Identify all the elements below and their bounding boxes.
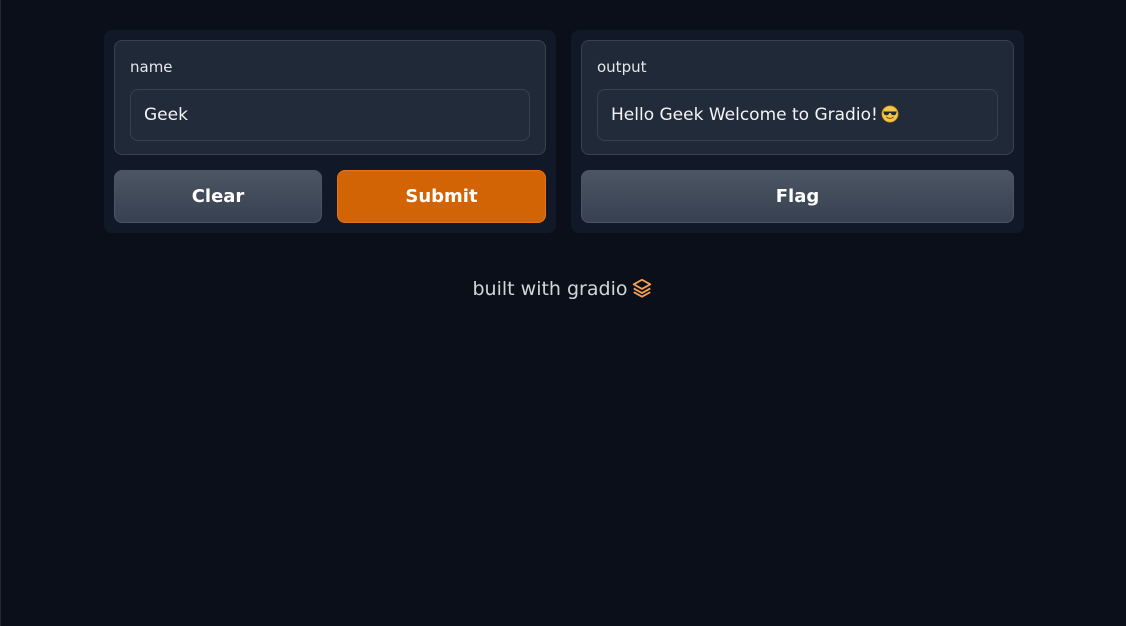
output-field-block: output Hello Geek Welcome to Gradio!: [581, 40, 1014, 155]
name-input[interactable]: [130, 89, 530, 141]
app-root: name Clear Submit output Hello Geek Welc…: [0, 0, 1126, 626]
clear-button[interactable]: Clear: [114, 170, 322, 223]
smiling-face-with-sunglasses-icon: [881, 105, 899, 123]
window-edge: [0, 0, 1, 626]
output-value: Hello Geek Welcome to Gradio!: [611, 105, 878, 125]
output-textbox[interactable]: Hello Geek Welcome to Gradio!: [597, 89, 998, 141]
footer-text[interactable]: built with gradio: [473, 278, 628, 300]
output-panel: output Hello Geek Welcome to Gradio! Fla…: [571, 30, 1024, 233]
footer: built with gradio: [0, 277, 1126, 301]
gradio-logo-icon[interactable]: [631, 277, 653, 299]
submit-button[interactable]: Submit: [337, 170, 546, 223]
input-panel: name Clear Submit: [104, 30, 556, 233]
name-field-block: name: [114, 40, 546, 155]
output-label: output: [597, 58, 647, 76]
name-label: name: [130, 58, 173, 76]
flag-button[interactable]: Flag: [581, 170, 1014, 223]
